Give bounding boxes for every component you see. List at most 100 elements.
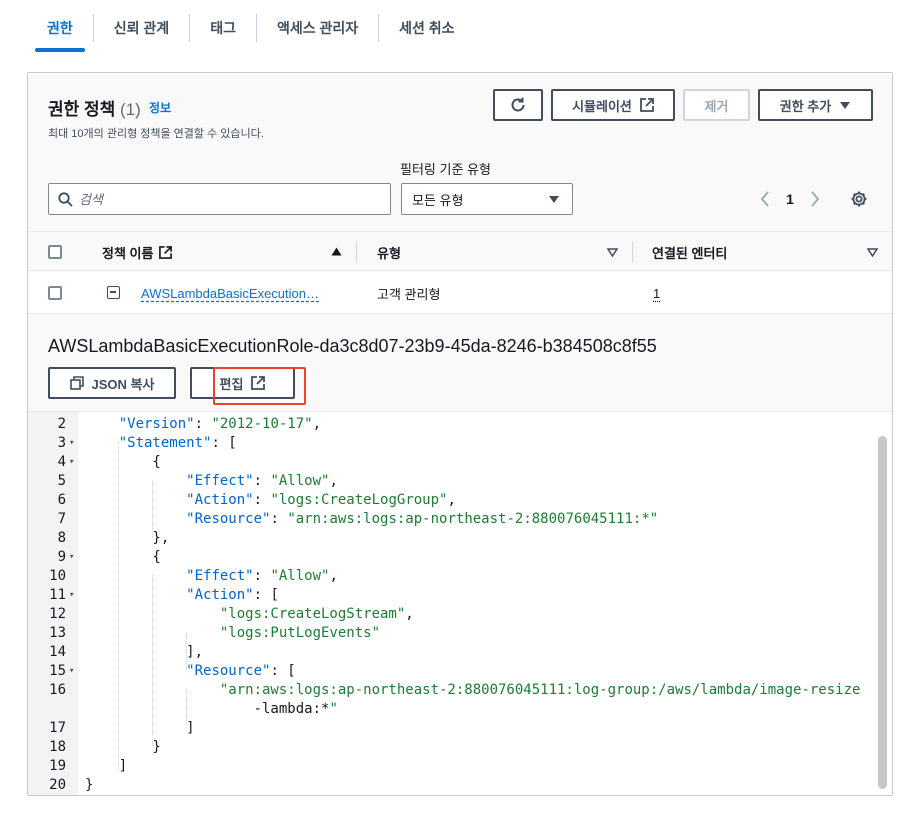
json-code-viewer[interactable]: 2 "Version": "2012-10-17", 3 ▾ "Statement"… [28, 411, 892, 795]
code-line: -lambda:*" [28, 700, 868, 719]
column-divider [632, 242, 633, 262]
code-text: { [85, 454, 161, 470]
chevron-right-icon [811, 191, 820, 207]
add-permissions-button[interactable]: 권한 추가 [758, 89, 873, 121]
remove-button[interactable]: 제거 [683, 89, 750, 121]
scrollbar-thumb[interactable] [878, 436, 887, 789]
collapse-row-button[interactable] [107, 286, 120, 299]
tab-access-advisor[interactable]: 액세스 관리자 [257, 0, 378, 56]
tab-tags[interactable]: 태그 [190, 0, 256, 56]
fold-toggle-icon[interactable]: ▾ [69, 586, 74, 605]
edit-button-highlight [213, 367, 306, 405]
refresh-icon [511, 97, 525, 112]
pagination: 1 [755, 189, 825, 209]
code-text: { [85, 549, 161, 565]
code-text: -lambda:*" [85, 701, 338, 717]
code-text: "Effect": "Allow", [186, 473, 338, 489]
line-number: 17 [49, 720, 66, 736]
policy-name-link[interactable]: AWSLambdaBasicExecution… [141, 272, 319, 314]
simulate-button[interactable]: 시뮬레이션 [551, 89, 675, 121]
sort-icon[interactable] [867, 248, 878, 257]
copy-json-button[interactable]: JSON 복사 [48, 367, 176, 399]
code-line: 5 "Effect": "Allow", [28, 472, 868, 491]
code-text: } [85, 777, 94, 793]
code-line: 2 "Version": "2012-10-17", [28, 415, 868, 434]
column-label: 연결된 엔터티 [652, 245, 728, 261]
search-input[interactable] [79, 190, 379, 208]
type-filter-value: 모든 유형 [412, 192, 464, 208]
code-text: "logs:PutLogEvents" [219, 625, 381, 641]
line-number: 19 [49, 758, 66, 774]
code-text: }, [85, 530, 170, 546]
code-line: 13 "logs:PutLogEvents" [28, 624, 868, 643]
external-link-icon [640, 98, 654, 112]
fold-toggle-icon[interactable]: ▾ [69, 453, 74, 472]
code-line: 20} [28, 776, 868, 795]
gear-icon[interactable] [850, 190, 868, 208]
tab-revoke-sessions[interactable]: 세션 취소 [379, 0, 474, 56]
table-header: 정책 이름 유형 연결된 엔터티 [28, 231, 892, 271]
line-number: 14 [49, 644, 66, 660]
search-box[interactable] [48, 183, 391, 215]
panel-title-text: 권한 정책 [48, 100, 116, 119]
column-type[interactable]: 유형 [377, 232, 401, 272]
copy-icon [69, 376, 84, 390]
tab-bar: 권한 신뢰 관계 태그 액세스 관리자 세션 취소 [27, 0, 893, 56]
copy-json-label: JSON 복사 [91, 376, 155, 392]
code-line: 11 ▾ "Action": [ [28, 586, 868, 605]
column-label: 유형 [377, 245, 401, 261]
next-page-button[interactable] [805, 189, 825, 209]
attached-entities-count[interactable]: 1 [653, 272, 660, 314]
code-text: ] [85, 720, 195, 736]
line-number: 4 [57, 454, 66, 470]
fold-toggle-icon[interactable]: ▾ [69, 662, 74, 681]
chevron-left-icon [760, 191, 769, 207]
code-text: ] [85, 758, 128, 774]
column-attached-entities[interactable]: 연결된 엔터티 [652, 232, 727, 272]
current-page[interactable]: 1 [775, 191, 805, 207]
code-text: "logs:CreateLogStream", [219, 606, 414, 622]
column-label: 정책 이름 [102, 245, 154, 261]
code-text: "Action": [ [186, 587, 279, 603]
code-text: "Resource": [ [186, 663, 296, 679]
row-checkbox[interactable] [48, 286, 62, 300]
code-text: "arn:aws:logs:ap-northeast-2:88007604511… [219, 682, 861, 698]
add-permissions-label: 권한 추가 [779, 98, 832, 114]
code-line: 9 ▾ { [28, 548, 868, 567]
line-number: 2 [57, 416, 66, 432]
sort-ascending-icon[interactable] [331, 247, 342, 256]
code-line: 19 ] [28, 757, 868, 776]
search-icon [58, 192, 73, 207]
previous-page-button[interactable] [755, 189, 775, 209]
code-text: "Statement": [ [118, 435, 237, 451]
remove-label: 제거 [704, 98, 729, 114]
policy-type: 고객 관리형 [377, 286, 441, 302]
line-number: 15 [49, 663, 66, 679]
line-number: 11 [49, 587, 66, 603]
code-text: "Resource": "arn:aws:logs:ap-northeast-2… [186, 511, 659, 527]
line-number: 6 [57, 492, 66, 508]
policy-detail-title: AWSLambdaBasicExecutionRole-da3c8d07-23b… [48, 336, 657, 356]
select-all-checkbox[interactable] [48, 245, 62, 259]
column-policy-name[interactable]: 정책 이름 [102, 232, 173, 272]
fold-toggle-icon[interactable]: ▾ [69, 434, 74, 453]
line-number: 20 [49, 777, 66, 793]
filter-type-label: 필터링 기준 유형 [400, 162, 491, 177]
code-line: 16 "arn:aws:logs:ap-northeast-2:88007604… [28, 681, 868, 700]
column-divider [356, 242, 357, 262]
type-filter-select[interactable]: 모든 유형 [401, 183, 573, 215]
table-row: AWSLambdaBasicExecution… 고객 관리형 1 [28, 272, 892, 314]
code-line: 18 } [28, 738, 868, 757]
line-number: 9 [57, 549, 66, 565]
info-link[interactable]: 정보 [149, 99, 171, 116]
tab-trust-relationships[interactable]: 신뢰 관계 [94, 0, 189, 56]
refresh-button[interactable] [493, 89, 543, 121]
tab-permissions[interactable]: 권한 [27, 0, 93, 56]
code-line: 17 ] [28, 719, 868, 738]
caret-down-icon [840, 101, 851, 109]
code-line: 4 ▾ { [28, 453, 868, 472]
panel-title: 권한 정책 (1) [48, 95, 141, 120]
code-line: 8 }, [28, 529, 868, 548]
sort-icon[interactable] [607, 248, 618, 257]
fold-toggle-icon[interactable]: ▾ [69, 548, 74, 567]
